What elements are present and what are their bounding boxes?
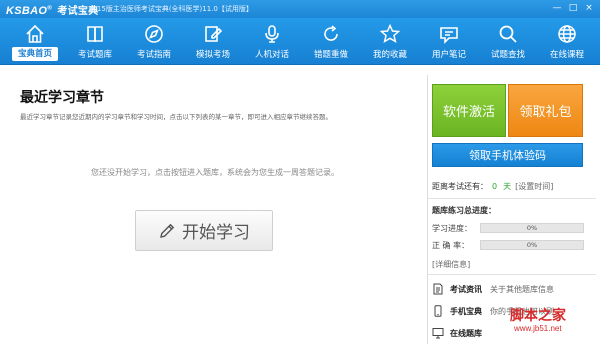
nav-item-mock-exam[interactable]: 模拟考场 [184,18,242,65]
empty-state-message: 您还没开始学习，点击按钮进入题库，系统会为您生成一周答题记录。 [91,168,339,177]
progress-label: 学习进度： [432,224,472,233]
nav-label: 考试题库 [77,50,112,60]
close-button[interactable]: × [582,2,596,14]
nav-item-online-course[interactable]: 在线课程 [538,18,596,65]
globe-icon [556,23,578,45]
window-controls: — □ × [550,2,596,14]
accuracy-progress-bar: 0% [480,240,584,250]
countdown-unit: 天 [503,182,512,191]
detail-info-link[interactable]: [详细信息] [432,259,470,270]
online-bank-link[interactable]: 在线题库 [432,325,490,341]
nav-label: 宝典首页 [12,47,58,61]
nav-item-question-search[interactable]: 试题查找 [479,18,537,65]
compass-icon [143,23,165,45]
star-icon [379,23,401,45]
nav-label: 模拟考场 [195,50,230,60]
pencil-paper-icon [202,23,224,45]
nav-item-question-bank[interactable]: 考试题库 [66,18,124,65]
search-icon [497,23,519,45]
nav-toolbar: 宝典首页 考试题库 考试指南 模拟考场 人机对话 错题重做 我的收藏 用户笔记 … [0,18,600,65]
notes-icon [438,23,460,45]
nav-label: 在线课程 [549,50,584,60]
link-title: 手机宝典 [450,306,482,316]
recent-chapters-section: 最近学习章节 最近学习章节记录您近期内的学习章节和学习时间，点击以下列表的某一章… [10,75,420,344]
minimize-button[interactable]: — [550,2,564,14]
nav-item-dialogue[interactable]: 人机对话 [243,18,301,65]
redo-icon [320,23,342,45]
microphone-icon [261,23,283,45]
nav-item-user-notes[interactable]: 用户笔记 [420,18,478,65]
progress-title: 题库练习总进度： [432,206,496,215]
document-icon [433,283,443,295]
home-icon [24,23,46,45]
link-title: 在线题库 [450,328,482,338]
nav-item-favorites[interactable]: 我的收藏 [361,18,419,65]
logo-text: KSBAO [6,5,48,17]
divider [428,274,596,275]
nav-label: 试题查找 [490,50,525,60]
side-panel: 软件激活 领取礼包 领取手机体验码 距离考试还有： 0 天 [设置时间] 题库练习总进… [427,75,600,344]
watermark: 脚本之家 [510,308,566,324]
start-learning-button[interactable]: 开始学习 [135,210,273,251]
link-desc: 关于其他题库信息 [490,284,554,294]
nav-label: 考试指南 [136,50,171,60]
nav-label: 我的收藏 [372,50,407,60]
window-title: 2015版主治医师考试宝典(全科医学)11.0【试用版】 [88,5,253,13]
watermark-url: www.jb51.net [514,324,562,333]
nav-item-home[interactable]: 宝典首页 [6,18,64,65]
claim-gift-button[interactable]: 领取礼包 [508,84,583,137]
link-title: 考试资讯 [450,284,482,294]
maximize-button[interactable]: □ [566,2,580,14]
nav-item-redo-wrong[interactable]: 错题重做 [302,18,360,65]
nav-item-exam-guide[interactable]: 考试指南 [125,18,183,65]
countdown-days: 0 [492,182,498,191]
accuracy-label: 正 确 率： [432,241,470,250]
set-time-link[interactable]: [设置时间] [515,182,553,191]
countdown-label: 距离考试还有： [432,182,488,191]
accuracy-value: 0% [526,241,538,249]
book-icon [84,23,106,45]
page-title: 最近学习章节 [20,90,104,106]
phone-icon [434,305,442,317]
exam-news-link[interactable]: 考试资讯 关于其他题库信息 [432,281,554,297]
activate-software-button[interactable]: 软件激活 [432,84,506,137]
divider [428,198,596,199]
progress-value: 0% [526,224,538,232]
nav-label: 用户笔记 [431,50,466,60]
study-progress-bar: 0% [480,223,584,233]
claim-trial-code-button[interactable]: 领取手机体验码 [432,143,583,167]
app-logo: KSBAO® 考试宝典 [6,2,99,17]
logo-registered-mark: ® [47,5,52,12]
section-description: 最近学习章节记录您近期内的学习章节和学习时间，点击以下列表的某一章节，即可进入相… [20,113,332,121]
title-bar: KSBAO® 考试宝典 2015版主治医师考试宝典(全科医学)11.0【试用版】… [0,0,600,18]
pencil-icon [160,223,175,238]
exam-countdown: 距离考试还有： 0 天 [设置时间] [432,181,553,192]
nav-label: 人机对话 [254,50,289,60]
nav-label: 错题重做 [313,50,348,60]
start-learning-label: 开始学习 [182,223,250,243]
monitor-icon [432,328,444,339]
